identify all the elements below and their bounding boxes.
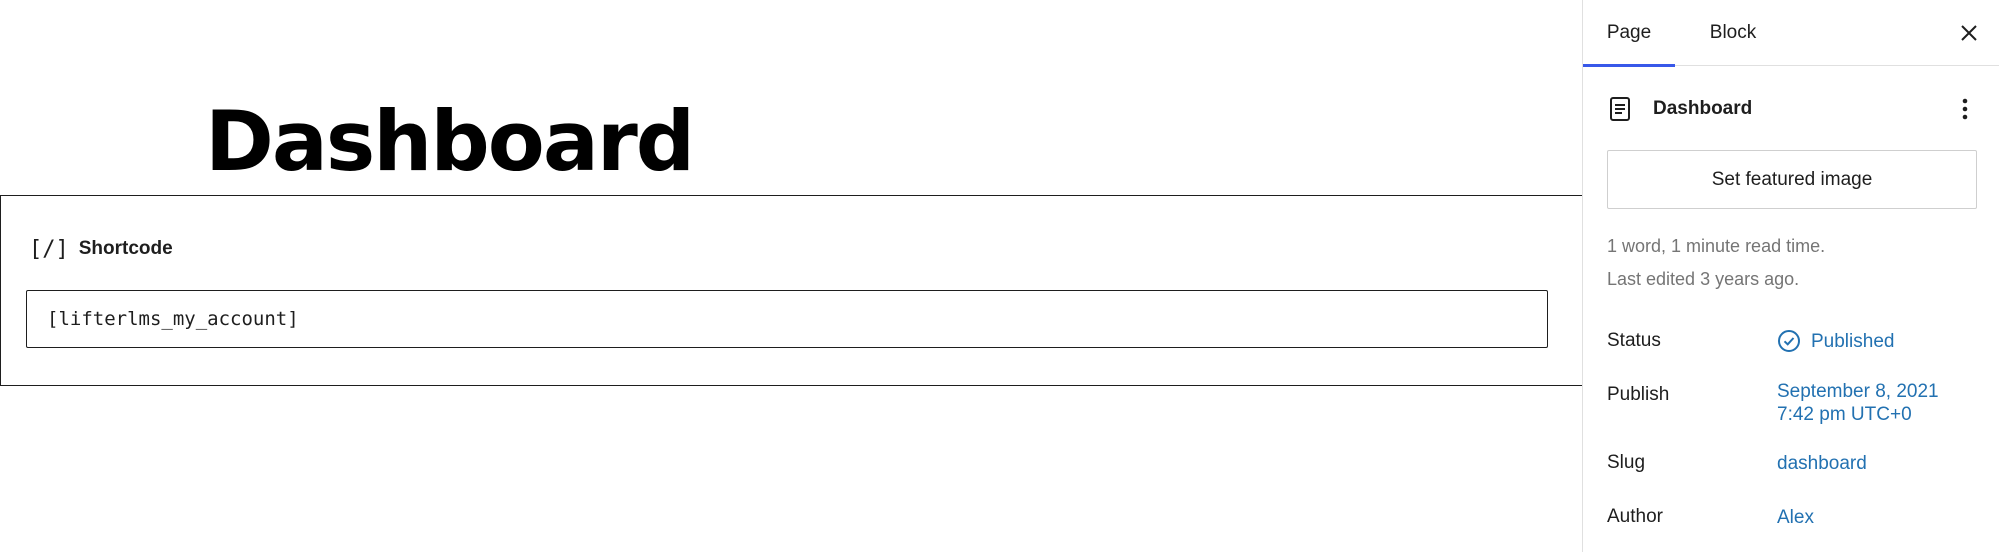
author-link[interactable]: Alex xyxy=(1777,506,1814,529)
close-icon xyxy=(1961,25,1977,41)
page-title[interactable]: Dashboard xyxy=(205,92,695,192)
status-label: Status xyxy=(1607,330,1661,351)
shortcode-input[interactable]: [lifterlms_my_account] xyxy=(26,290,1548,348)
close-sidebar-button[interactable] xyxy=(1954,18,1984,48)
set-featured-image-button[interactable]: Set featured image xyxy=(1607,150,1977,209)
shortcode-block-label: [/] Shortcode xyxy=(29,234,173,264)
tab-page[interactable]: Page xyxy=(1583,0,1675,67)
more-options-button[interactable] xyxy=(1950,94,1980,124)
publish-date-button[interactable]: September 8, 2021 7:42 pm UTC+0 xyxy=(1777,380,1939,426)
slug-label: Slug xyxy=(1607,452,1646,473)
settings-sidebar: Page Block Dashboard Set featured image … xyxy=(1582,0,1999,552)
more-vertical-icon xyxy=(1962,98,1968,120)
status-value: Published xyxy=(1811,330,1895,352)
editor-canvas: Dashboard [/] Shortcode [lifterlms_my_ac… xyxy=(0,0,1583,552)
shortcode-block-title: Shortcode xyxy=(78,238,173,259)
document-summary: Dashboard xyxy=(1607,92,1980,126)
page-icon xyxy=(1610,97,1630,121)
document-title: Dashboard xyxy=(1653,98,1753,119)
tab-block[interactable]: Block xyxy=(1693,0,1773,66)
slug-link[interactable]: dashboard xyxy=(1777,452,1867,475)
word-count: 1 word, 1 minute read time. xyxy=(1607,236,1826,256)
sidebar-tabs: Page Block xyxy=(1583,0,1999,67)
shortcode-icon: [/] xyxy=(29,236,69,262)
author-label: Author xyxy=(1607,506,1663,527)
status-button[interactable]: Published xyxy=(1777,329,1894,353)
publish-time: 7:42 pm UTC+0 xyxy=(1777,404,1912,425)
shortcode-block[interactable]: [/] Shortcode [lifterlms_my_account] xyxy=(0,195,1583,386)
publish-label: Publish xyxy=(1607,384,1670,405)
publish-date: September 8, 2021 xyxy=(1777,381,1939,402)
last-edited: Last edited 3 years ago. xyxy=(1607,269,1800,289)
published-check-icon xyxy=(1778,330,1800,352)
